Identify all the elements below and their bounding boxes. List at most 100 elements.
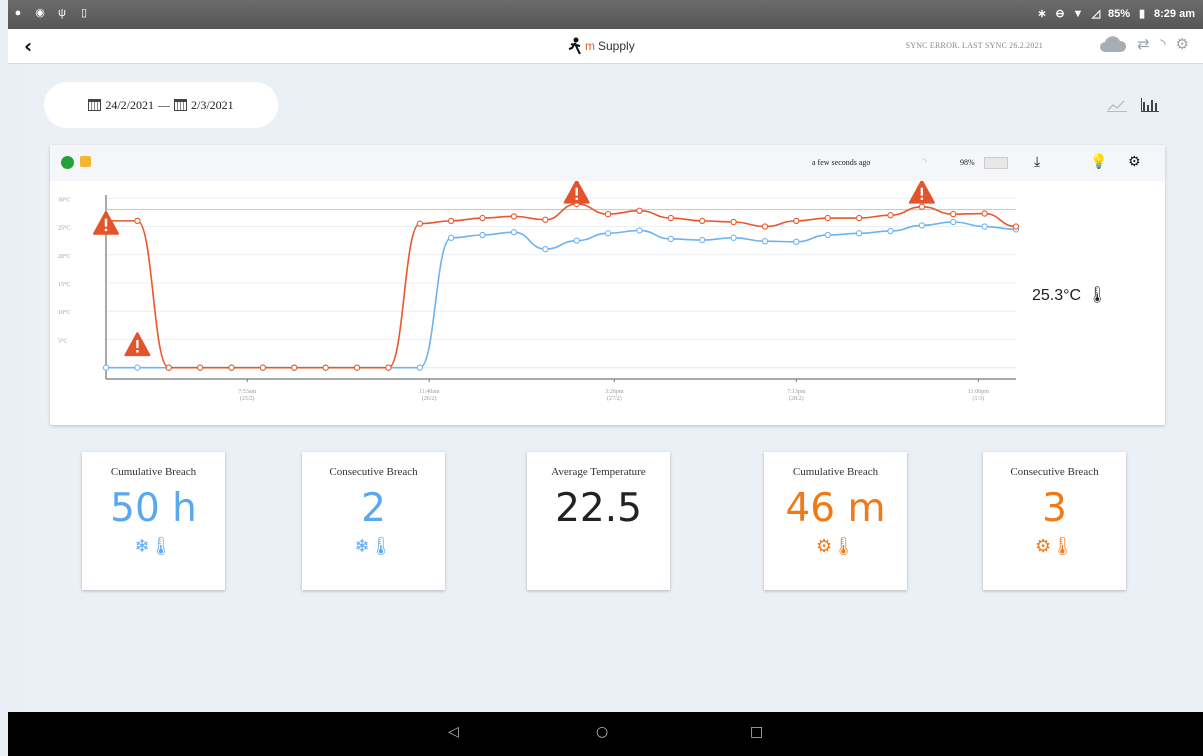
x-tick-date: (28/2) <box>789 395 804 402</box>
data-point <box>855 230 863 237</box>
battery-icon <box>984 157 1008 169</box>
data-point <box>1012 223 1020 230</box>
calendar-icon[interactable] <box>174 99 187 111</box>
back-button[interactable]: ‹ <box>24 34 32 58</box>
data-point <box>887 212 894 219</box>
brand-name: Supply <box>598 39 635 53</box>
status-right-icons: ∗ ⊖ ▼ ◿ 85% ▮ 8:29 am <box>1036 8 1195 20</box>
data-point <box>385 364 392 371</box>
runner-icon <box>568 37 581 55</box>
brand-m: m <box>585 39 595 53</box>
data-point <box>479 214 486 222</box>
series-line <box>106 203 1017 369</box>
cold-thermometer-icon: ❄🌡 <box>354 536 393 557</box>
notification-icon: ◉ <box>35 7 45 19</box>
date-to[interactable]: 2/3/2021 <box>191 98 234 113</box>
warning-icon[interactable] <box>908 181 935 204</box>
data-point <box>761 238 769 245</box>
data-point <box>448 234 455 241</box>
cloud-icon[interactable] <box>1099 35 1127 53</box>
gear-icon[interactable]: ⚙ <box>1176 35 1189 53</box>
data-point <box>887 227 894 235</box>
x-tick-label: 7:53am <box>238 389 256 395</box>
data-point <box>353 364 361 371</box>
data-point <box>134 217 141 225</box>
clipboard-icon: ▯ <box>80 7 88 19</box>
signal-icon: ◿ <box>1091 8 1101 20</box>
main-content: 24/2/2021 — 2/3/2021 a few seconds ago ◝… <box>24 64 1203 712</box>
data-point <box>448 217 455 225</box>
warning-icon[interactable] <box>93 210 119 235</box>
stat-value: 22.5 <box>555 486 642 531</box>
data-point <box>730 234 737 241</box>
x-tick-date: (25/2) <box>240 395 255 402</box>
data-point <box>604 210 612 218</box>
data-point <box>196 364 204 371</box>
data-point <box>699 236 706 244</box>
warning-icon[interactable] <box>563 181 590 204</box>
signal-icon: ◝ <box>922 155 927 169</box>
stat-title: Consecutive Breach <box>1010 466 1099 478</box>
stat-card: Consecutive Breach 2 ❄🌡 <box>302 452 445 590</box>
wireless-icon[interactable]: ◝ <box>1160 35 1166 53</box>
temperature-chart: 30°C 25°C 20°C 15°C 10°C 5°C 7:53am(25/2) 11:40… <box>58 181 1020 402</box>
nav-back-icon[interactable]: ◁ <box>448 724 459 740</box>
stat-value: 3 <box>1042 486 1067 531</box>
fridge-icon <box>80 156 91 167</box>
battery-icon: ▮ <box>1138 8 1146 20</box>
download-icon[interactable]: ⤓ <box>1034 154 1040 170</box>
nav-home-icon[interactable]: ○ <box>596 724 608 740</box>
data-point <box>322 364 329 371</box>
data-point <box>667 235 674 243</box>
nav-recents-icon[interactable]: □ <box>750 724 763 740</box>
android-status-bar: ● ◉ ψ ▯ ∗ ⊖ ▼ ◿ 85% ▮ 8:29 am <box>8 0 1203 29</box>
last-seen-text: a few seconds ago <box>812 158 871 167</box>
battery-level: 85% <box>1107 8 1131 20</box>
clock: 8:29 am <box>1154 8 1195 20</box>
sync-arrows-icon[interactable]: ⇄ <box>1137 35 1150 53</box>
stat-card: Cumulative Breach 50 h ❄🌡 <box>82 452 225 590</box>
date-from[interactable]: 24/2/2021 <box>105 98 154 113</box>
warning-icon[interactable] <box>124 332 151 357</box>
bar-chart-icon[interactable] <box>1141 98 1159 112</box>
x-tick-date: (27/2) <box>607 395 622 402</box>
data-point <box>102 364 110 371</box>
data-point <box>824 231 831 239</box>
sensor-header: a few seconds ago ◝ 98% ⤓ 💡 ⚙ <box>50 145 1165 181</box>
y-tick-label: 5°C <box>58 337 67 344</box>
data-point <box>730 218 737 226</box>
data-point <box>824 214 831 222</box>
data-point <box>228 364 235 371</box>
sync-status: SYNC ERROR. LAST SYNC 26.2.2021 <box>905 41 1043 50</box>
data-point <box>793 238 800 245</box>
data-point <box>918 203 926 210</box>
stat-card: Cumulative Breach 46 m ⚙🌡 <box>764 452 907 590</box>
status-left-icons: ● ◉ ψ ▯ <box>12 7 90 19</box>
cold-thermometer-icon: ❄🌡 <box>134 536 173 557</box>
status-dot <box>61 156 74 169</box>
usb-icon: ψ <box>58 7 66 19</box>
data-point <box>542 245 549 253</box>
data-point <box>479 231 486 239</box>
date-separator: — <box>158 97 170 112</box>
lightbulb-icon[interactable]: 💡 <box>1090 154 1107 170</box>
data-point <box>699 217 706 225</box>
data-point <box>636 227 643 234</box>
data-point <box>604 230 612 237</box>
sensor-battery: 98% <box>960 158 975 167</box>
hot-thermometer-icon: ⚙🌡 <box>1035 536 1074 557</box>
calendar-icon[interactable] <box>88 99 102 111</box>
data-point <box>761 223 769 230</box>
data-point <box>416 220 423 227</box>
gear-icon[interactable]: ⚙ <box>1128 154 1141 170</box>
header-actions: ⇄ ◝ ⚙ <box>1099 35 1189 53</box>
data-point <box>950 210 957 218</box>
data-point <box>510 213 518 220</box>
view-toggle <box>1107 98 1159 112</box>
line-chart-icon[interactable] <box>1107 98 1127 112</box>
hot-thermometer-icon: ⚙🌡 <box>816 536 855 557</box>
data-point <box>416 364 423 371</box>
data-point <box>259 364 267 371</box>
date-range-picker[interactable]: 24/2/2021 — 2/3/2021 <box>44 82 278 128</box>
stat-card: Consecutive Breach 3 ⚙🌡 <box>983 452 1126 590</box>
